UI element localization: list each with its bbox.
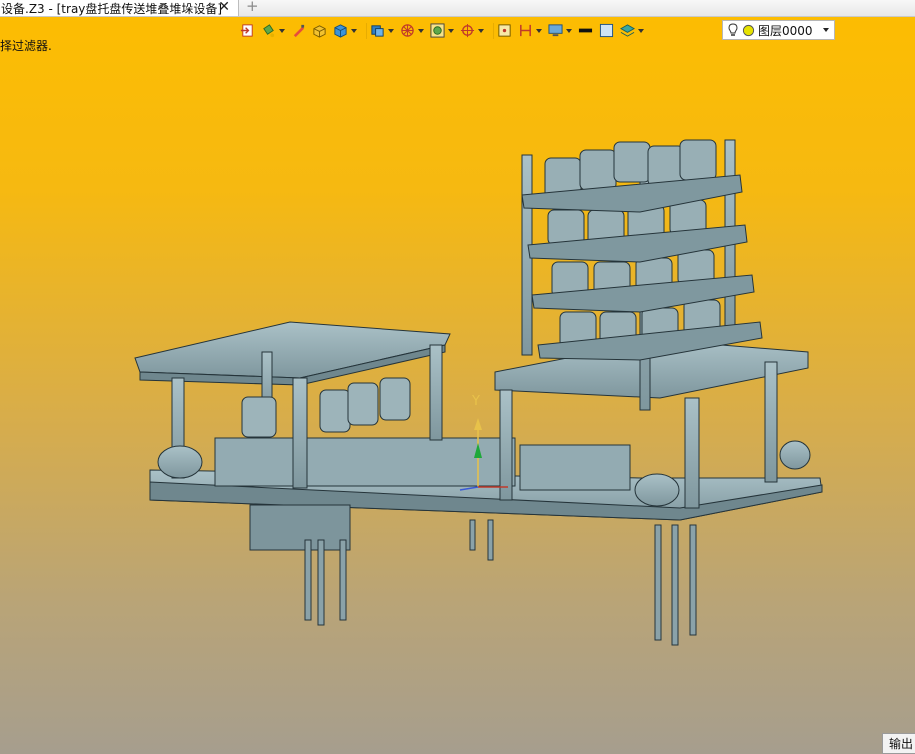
3d-viewport[interactable]: 设备.Z3 - [tray盘托盘传送堆叠堆垛设备] ✕ + 择过滤器. 图层00… <box>0 0 915 754</box>
wheel-icon[interactable] <box>400 20 424 42</box>
document-tab[interactable]: 设备.Z3 - [tray盘托盘传送堆叠堆垛设备] ✕ <box>0 0 239 16</box>
solid-blue-icon[interactable] <box>370 20 394 42</box>
left-frame-top <box>134 321 451 379</box>
layer-name: 图层0000 <box>758 23 813 38</box>
lightbulb-icon <box>728 23 738 36</box>
box-yellow-icon[interactable] <box>312 20 327 42</box>
output-button[interactable]: 输出 <box>882 733 915 754</box>
pen-icon[interactable] <box>291 20 306 42</box>
line-black-icon[interactable] <box>578 20 593 42</box>
status-hint: 择过滤器. <box>0 39 52 53</box>
axis-y-label: Y <box>472 394 480 409</box>
square-dot-icon[interactable] <box>497 20 512 42</box>
document-tab-bar: 设备.Z3 - [tray盘托盘传送堆叠堆垛设备] ✕ + <box>0 0 915 17</box>
frame-icon[interactable] <box>430 20 454 42</box>
cad-model-view[interactable] <box>0 0 915 754</box>
close-icon[interactable]: ✕ <box>218 0 230 15</box>
document-tab-title: 设备.Z3 - [tray盘托盘传送堆叠堆垛设备] <box>1 1 223 16</box>
layers-icon[interactable] <box>620 20 644 42</box>
layer-color-icon <box>742 24 755 36</box>
export-icon[interactable] <box>240 20 255 42</box>
cube-blue-icon[interactable] <box>333 20 357 42</box>
paint-bucket-icon[interactable] <box>261 20 285 42</box>
right-motor <box>634 473 680 507</box>
color-square-icon[interactable] <box>599 20 614 42</box>
layer-selector[interactable]: 图层0000 <box>722 20 835 40</box>
chevron-down-icon[interactable] <box>823 28 829 32</box>
new-tab-button[interactable]: + <box>246 0 259 15</box>
left-motor <box>157 445 203 479</box>
monitor-icon[interactable] <box>548 20 572 42</box>
target-icon[interactable] <box>460 20 484 42</box>
bracket-icon[interactable] <box>518 20 542 42</box>
